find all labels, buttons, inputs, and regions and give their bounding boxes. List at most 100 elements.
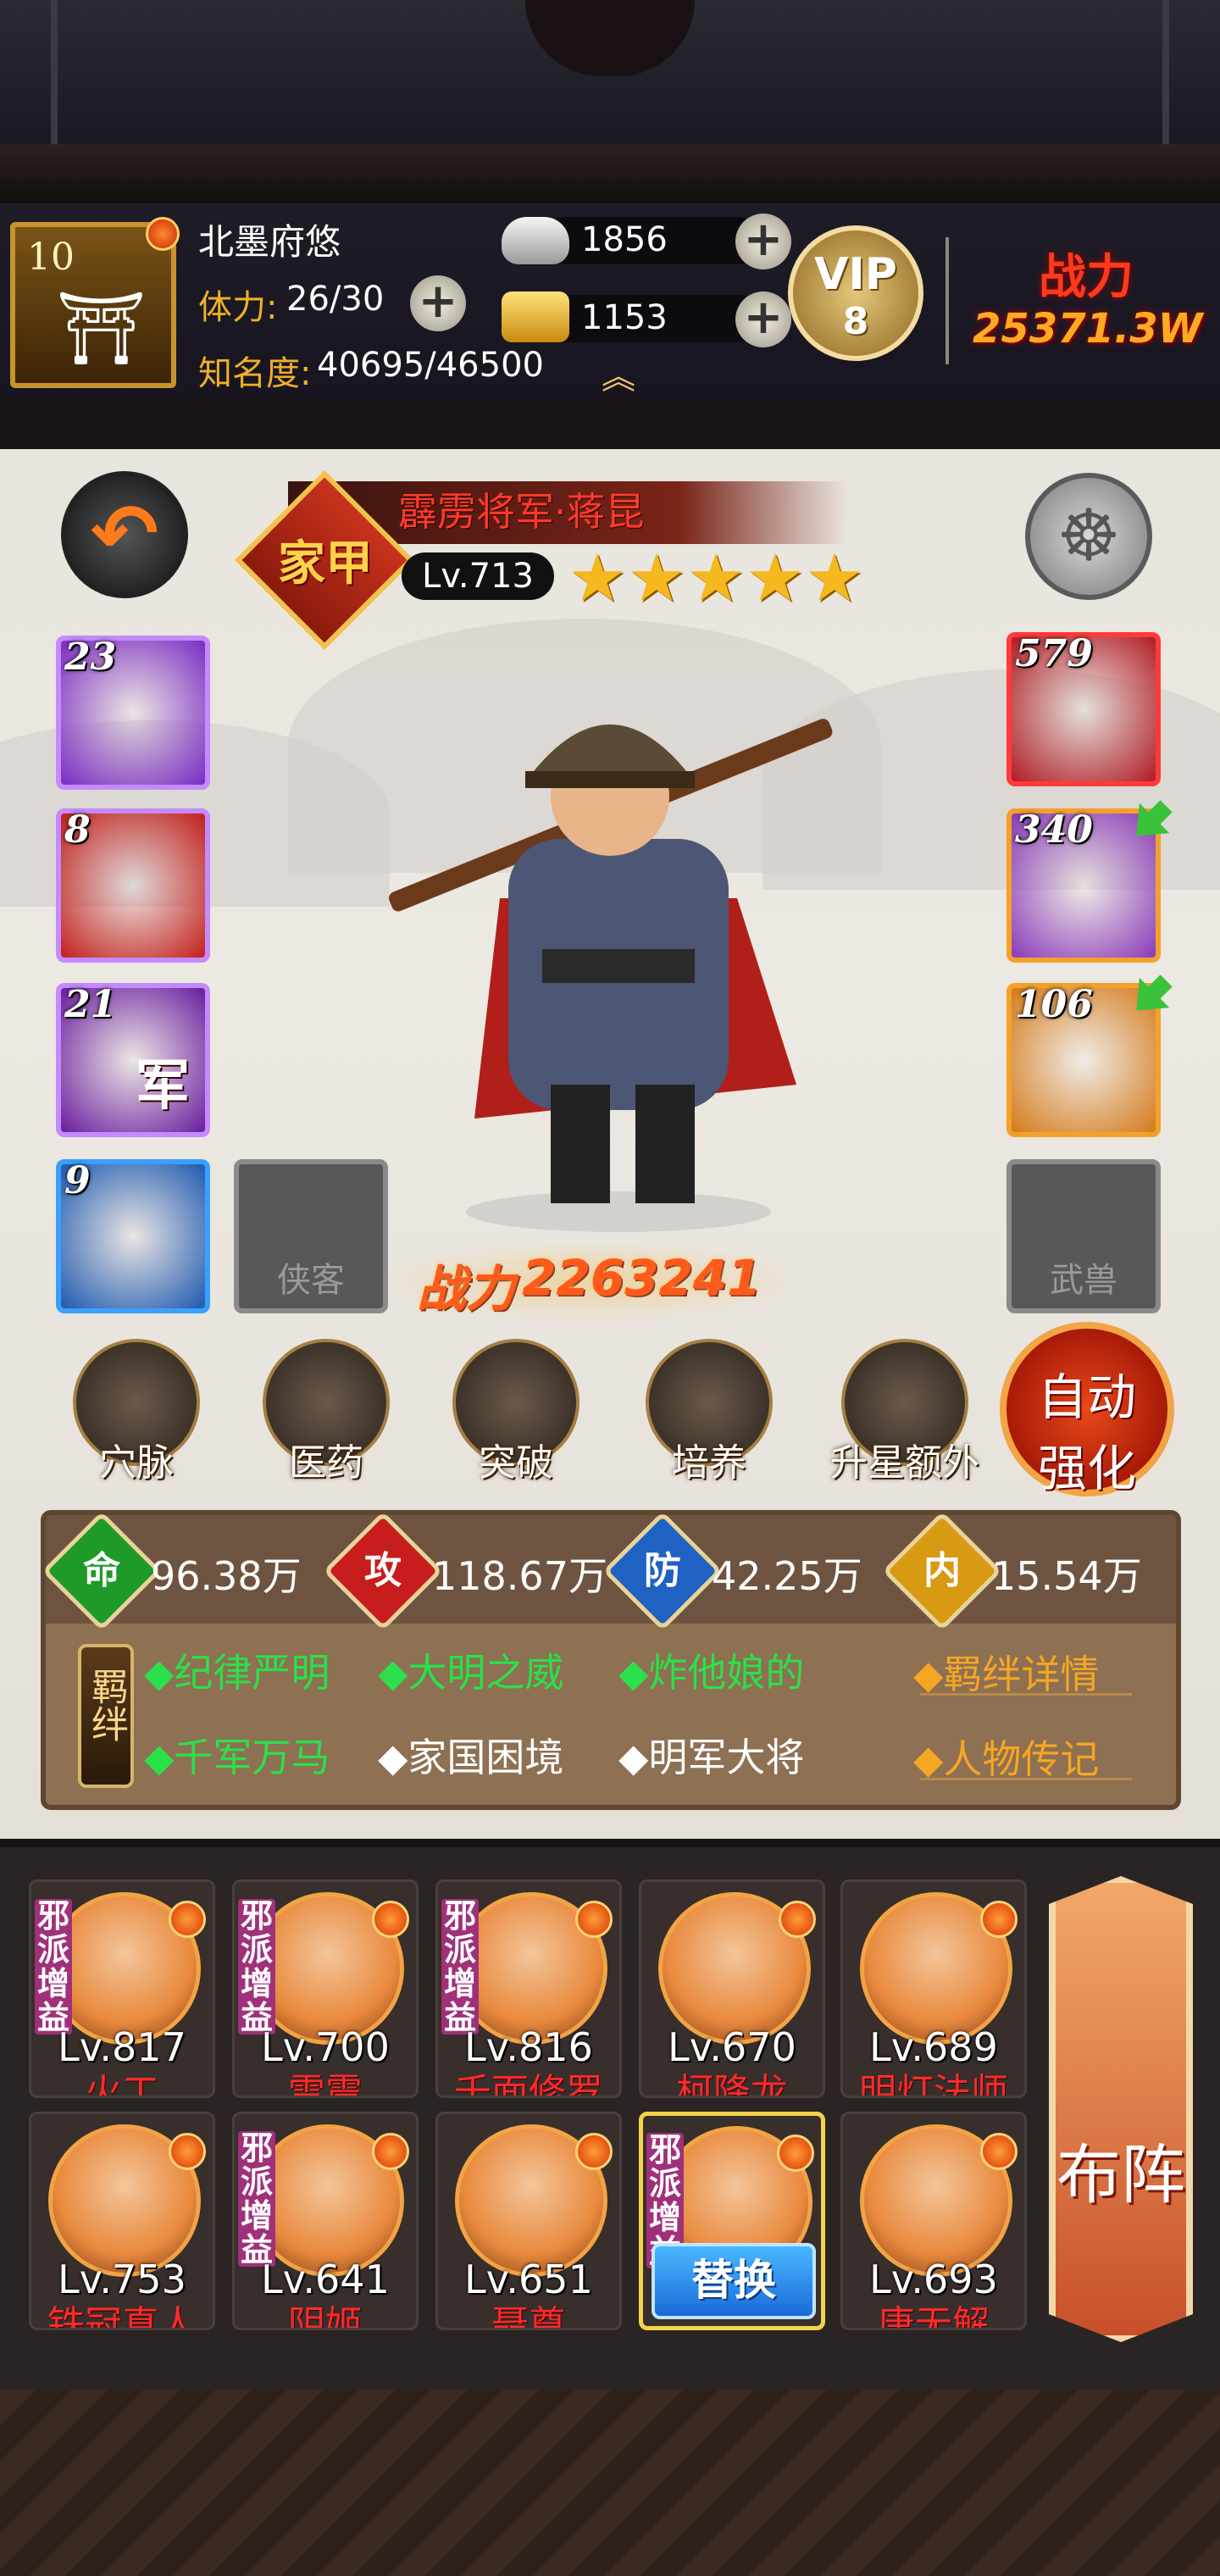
hero-card[interactable]: Lv.693 唐无解 bbox=[840, 2112, 1027, 2330]
auto-enhance-button[interactable]: 自动 强化 bbox=[1000, 1322, 1174, 1497]
formation-label: 布阵 bbox=[1056, 2137, 1185, 2212]
hero-title: 霹雳将军·蒋昆 bbox=[398, 489, 645, 535]
biography-link[interactable]: ◆人物传记 bbox=[913, 1729, 1099, 1785]
stat-value: 15.54万 bbox=[991, 1553, 1142, 1599]
faction-tag: 邪派增益 bbox=[238, 1899, 275, 2035]
add-silver-button[interactable]: + bbox=[735, 214, 791, 269]
stat-value: 42.25万 bbox=[712, 1553, 862, 1599]
breakthrough-menu-button[interactable]: 突破 bbox=[444, 1339, 588, 1491]
hero-card[interactable]: 邪派增益 Lv.816 千面修罗 bbox=[435, 1879, 622, 2098]
player-avatar[interactable]: 10 ⛩ bbox=[10, 217, 180, 388]
notification-dot bbox=[169, 2133, 206, 2170]
gold-value: 1153 bbox=[581, 298, 668, 337]
gear-count: 106 bbox=[1015, 983, 1093, 1026]
meditation-icon[interactable]: ☸ bbox=[1025, 473, 1152, 600]
companion-slot[interactable]: 侠客 bbox=[234, 1159, 388, 1313]
back-button[interactable]: ↶ bbox=[61, 471, 188, 598]
fame-value: 40695/46500 bbox=[317, 346, 544, 385]
armor-icon[interactable]: 340 bbox=[1006, 808, 1161, 963]
beast-icon[interactable]: 106 bbox=[1006, 983, 1161, 1137]
bond-details-link[interactable]: ◆羁绊详情 bbox=[913, 1644, 1099, 1700]
vip-badge[interactable]: VIP 8 bbox=[788, 225, 923, 361]
skill-count: 21 bbox=[64, 983, 117, 1026]
formation-button[interactable]: 布阵 bbox=[1049, 1876, 1193, 2342]
crosshair-icon[interactable]: 23 bbox=[56, 636, 210, 790]
hero-stars: ★★★★★ bbox=[568, 541, 864, 617]
palace-icon: ⛩ bbox=[56, 286, 147, 369]
beast-slot[interactable]: 武兽 bbox=[1006, 1159, 1161, 1313]
notification-dot bbox=[980, 1901, 1018, 1938]
notification-dot bbox=[779, 1901, 816, 1938]
add-gold-button[interactable]: + bbox=[735, 291, 791, 347]
silver-icon bbox=[502, 217, 569, 264]
hero-name: 聂尊 bbox=[491, 2303, 566, 2330]
replace-button[interactable]: 替换 bbox=[652, 2243, 816, 2319]
faction-tag: 邪派增益 bbox=[35, 1899, 72, 2035]
bond-label: 羁绊 bbox=[78, 1644, 134, 1788]
explosion-icon[interactable]: 8 bbox=[56, 808, 210, 963]
red-gem-icon[interactable]: 9 bbox=[56, 1159, 210, 1313]
collapse-chevron-icon[interactable]: ︽ bbox=[593, 360, 644, 394]
gear-count: 579 bbox=[1015, 632, 1093, 675]
skill-count: 9 bbox=[64, 1159, 91, 1202]
roof-banner bbox=[0, 0, 1220, 203]
hero-card[interactable]: Lv.753 铁冠真人 bbox=[29, 2112, 215, 2330]
hero-rank-text: 家甲 bbox=[278, 536, 373, 591]
hero-card[interactable]: Lv.670 柯降龙 bbox=[639, 1879, 825, 2098]
notification-dot bbox=[777, 2135, 814, 2172]
hero-name: 阴姬 bbox=[288, 2303, 363, 2330]
gear-count: 340 bbox=[1015, 808, 1093, 852]
faction-tag: 邪派增益 bbox=[238, 2131, 275, 2267]
bond-item: ◆家国困境 bbox=[378, 1735, 564, 1780]
hero-figure bbox=[356, 644, 881, 1237]
notification-dot bbox=[169, 1901, 206, 1938]
stamina-value: 26/30 bbox=[286, 280, 385, 319]
cannon-icon[interactable]: 579 bbox=[1006, 632, 1161, 786]
hero-card[interactable]: 邪派增益 Lv.700 雷震 bbox=[232, 1879, 419, 2098]
gold-icon bbox=[502, 291, 569, 342]
hero-name: 千面修罗 bbox=[454, 2071, 603, 2098]
star-icon: ★ bbox=[626, 541, 686, 617]
fame-label: 知名度: bbox=[198, 354, 312, 393]
hero-power-value: 2263241 bbox=[522, 1249, 762, 1307]
hero-name: 明灯法师 bbox=[859, 2071, 1008, 2098]
stat-value: 96.38万 bbox=[151, 1553, 302, 1599]
star-icon: ★ bbox=[685, 541, 746, 617]
stamina-label: 体力: bbox=[198, 288, 278, 327]
hero-name: 唐无解 bbox=[878, 2303, 990, 2330]
star-upgrade-menu-button[interactable]: 升星额外 bbox=[820, 1339, 990, 1491]
add-stamina-button[interactable]: + bbox=[410, 275, 466, 331]
hero-name: 火工 bbox=[85, 2071, 159, 2098]
hero-power-label: 战力 bbox=[417, 1260, 516, 1318]
bond-item: ◆炸他娘的 bbox=[618, 1650, 805, 1696]
star-icon: ★ bbox=[745, 541, 805, 617]
cultivate-menu-button[interactable]: 培养 bbox=[637, 1339, 781, 1491]
stat-glyph: 攻 bbox=[364, 1549, 402, 1592]
hero-card[interactable]: Lv.689 明灯法师 bbox=[840, 1879, 1027, 2098]
total-power-label: 战力 bbox=[1039, 250, 1134, 305]
army-icon[interactable]: 21 军 bbox=[56, 983, 210, 1137]
hero-card[interactable]: Lv.651 聂尊 bbox=[435, 2112, 622, 2330]
medicine-menu-button[interactable]: 医药 bbox=[254, 1339, 398, 1491]
hero-card[interactable]: 邪派增益 Lv.641 阴姬 bbox=[232, 2112, 419, 2330]
floor-pattern bbox=[0, 2390, 1220, 2576]
bond-item: ◆明军大将 bbox=[618, 1735, 805, 1780]
notification-dot bbox=[372, 2133, 409, 2170]
skill-count: 8 bbox=[64, 808, 91, 852]
notification-dot bbox=[372, 1901, 409, 1938]
total-power-value: 25371.3W bbox=[973, 305, 1203, 353]
stat-value: 118.67万 bbox=[432, 1553, 607, 1599]
hero-card[interactable]: 邪派增益 Lv.817 火工 bbox=[29, 1879, 215, 2098]
hero-name: 铁冠真人 bbox=[47, 2303, 197, 2330]
meridian-menu-button[interactable]: 穴脉 bbox=[64, 1339, 208, 1491]
faction-tag: 邪派增益 bbox=[441, 1899, 479, 2035]
stat-glyph: 内 bbox=[923, 1549, 961, 1592]
star-icon: ★ bbox=[568, 541, 627, 617]
notification-dot bbox=[980, 2133, 1018, 2170]
player-name: 北墨府悠 bbox=[198, 221, 341, 263]
stat-glyph: 防 bbox=[644, 1549, 681, 1592]
hero-card[interactable]: 邪派增益替换 bbox=[639, 2112, 825, 2330]
notification-dot bbox=[146, 217, 180, 251]
silver-value: 1856 bbox=[581, 220, 668, 259]
stat-glyph: 命 bbox=[83, 1549, 120, 1592]
